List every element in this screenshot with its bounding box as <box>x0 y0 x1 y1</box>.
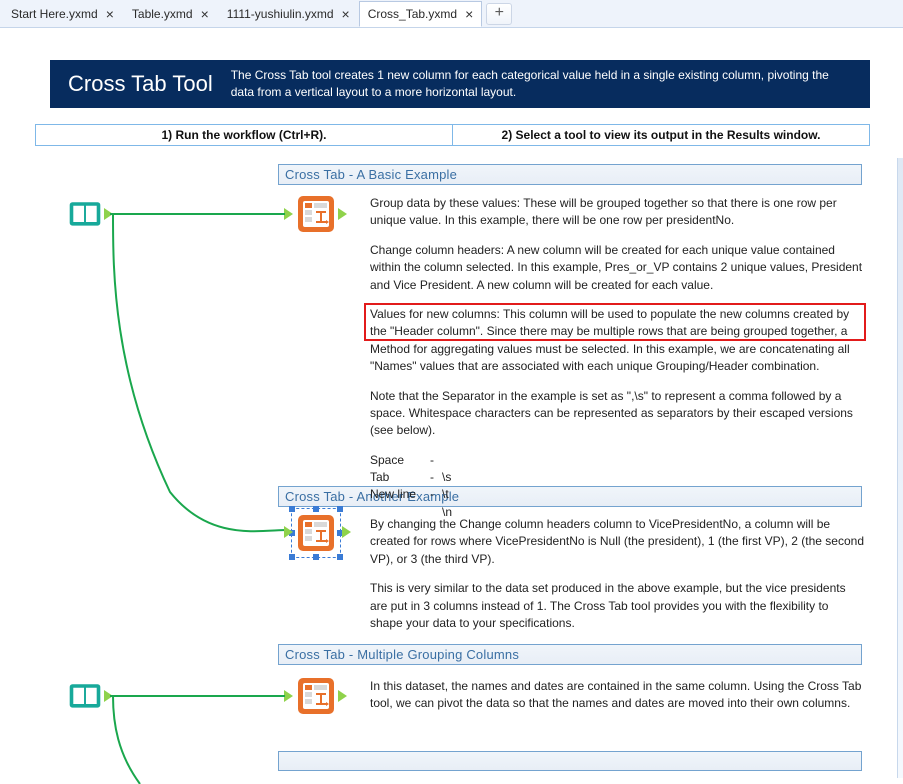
tab-label: Cross_Tab.yxmd <box>368 7 457 21</box>
separator-table: Space- Tab-\s New line-\t \n <box>370 452 864 522</box>
tool-input-anchor[interactable] <box>284 208 293 220</box>
tab-label: Table.yxmd <box>132 7 193 21</box>
text-paragraph: Change column headers: A new column will… <box>370 242 864 294</box>
close-icon[interactable]: × <box>201 7 209 21</box>
tab-start-here[interactable]: Start Here.yxmd × <box>2 1 123 27</box>
text-paragraph: Note that the Separator in the example i… <box>370 388 864 440</box>
text-paragraph: This is very similar to the data set pro… <box>370 580 864 632</box>
section-body-another: By changing the Change column headers co… <box>370 516 864 644</box>
section-header-next <box>278 751 862 771</box>
section-body-basic: Group data by these values: These will b… <box>370 195 864 521</box>
close-icon[interactable]: × <box>106 7 114 21</box>
tool-input-anchor[interactable] <box>284 690 293 702</box>
tab-table[interactable]: Table.yxmd × <box>123 1 218 27</box>
page-header: Cross Tab Tool The Cross Tab tool create… <box>50 60 870 108</box>
book-icon[interactable] <box>66 194 104 232</box>
tab-1111-yushiulin[interactable]: 1111-yushiulin.yxmd × <box>218 1 359 27</box>
section-header-basic-example: Cross Tab - A Basic Example <box>278 164 862 185</box>
connection-wire <box>110 212 300 542</box>
connection-wire <box>110 692 290 704</box>
close-icon[interactable]: × <box>342 7 350 21</box>
tool-input-anchor[interactable] <box>284 526 293 538</box>
text-paragraph: Values for new columns: This column will… <box>370 306 864 376</box>
instruction-step-1: 1) Run the workflow (Ctrl+R). <box>35 124 453 146</box>
tool-output-anchor[interactable] <box>338 208 347 220</box>
text-paragraph: Group data by these values: These will b… <box>370 195 864 230</box>
tool-output-anchor[interactable] <box>342 526 351 538</box>
text-paragraph: By changing the Change column headers co… <box>370 516 864 568</box>
crosstab-tool-icon[interactable] <box>296 194 336 234</box>
crosstab-tool-icon[interactable] <box>296 676 336 716</box>
tool-output-anchor[interactable] <box>104 690 113 702</box>
instruction-step-2: 2) Select a tool to view its output in t… <box>453 124 870 146</box>
tool-output-anchor[interactable] <box>338 690 347 702</box>
page-subtitle: The Cross Tab tool creates 1 new column … <box>231 67 870 101</box>
connection-wire <box>110 694 170 784</box>
instruction-row: 1) Run the workflow (Ctrl+R). 2) Select … <box>35 124 870 146</box>
document-tab-bar: Start Here.yxmd × Table.yxmd × 1111-yush… <box>0 0 903 28</box>
page-title: Cross Tab Tool <box>50 71 231 97</box>
tab-cross-tab[interactable]: Cross_Tab.yxmd × <box>359 1 483 27</box>
section-header-multiple-grouping: Cross Tab - Multiple Grouping Columns <box>278 644 862 665</box>
crosstab-tool-icon[interactable] <box>296 513 336 553</box>
tool-output-anchor[interactable] <box>104 208 113 220</box>
tab-label: Start Here.yxmd <box>11 7 98 21</box>
tab-label: 1111-yushiulin.yxmd <box>227 7 334 21</box>
workflow-canvas[interactable]: Cross Tab Tool The Cross Tab tool create… <box>0 28 903 750</box>
text-paragraph: In this dataset, the names and dates are… <box>370 678 864 713</box>
section-body-multiple-grouping: In this dataset, the names and dates are… <box>370 678 864 725</box>
book-icon[interactable] <box>66 676 104 714</box>
new-tab-button[interactable]: + <box>486 3 512 25</box>
connection-wire <box>110 210 290 222</box>
close-icon[interactable]: × <box>465 7 473 21</box>
canvas-edge <box>897 158 903 778</box>
